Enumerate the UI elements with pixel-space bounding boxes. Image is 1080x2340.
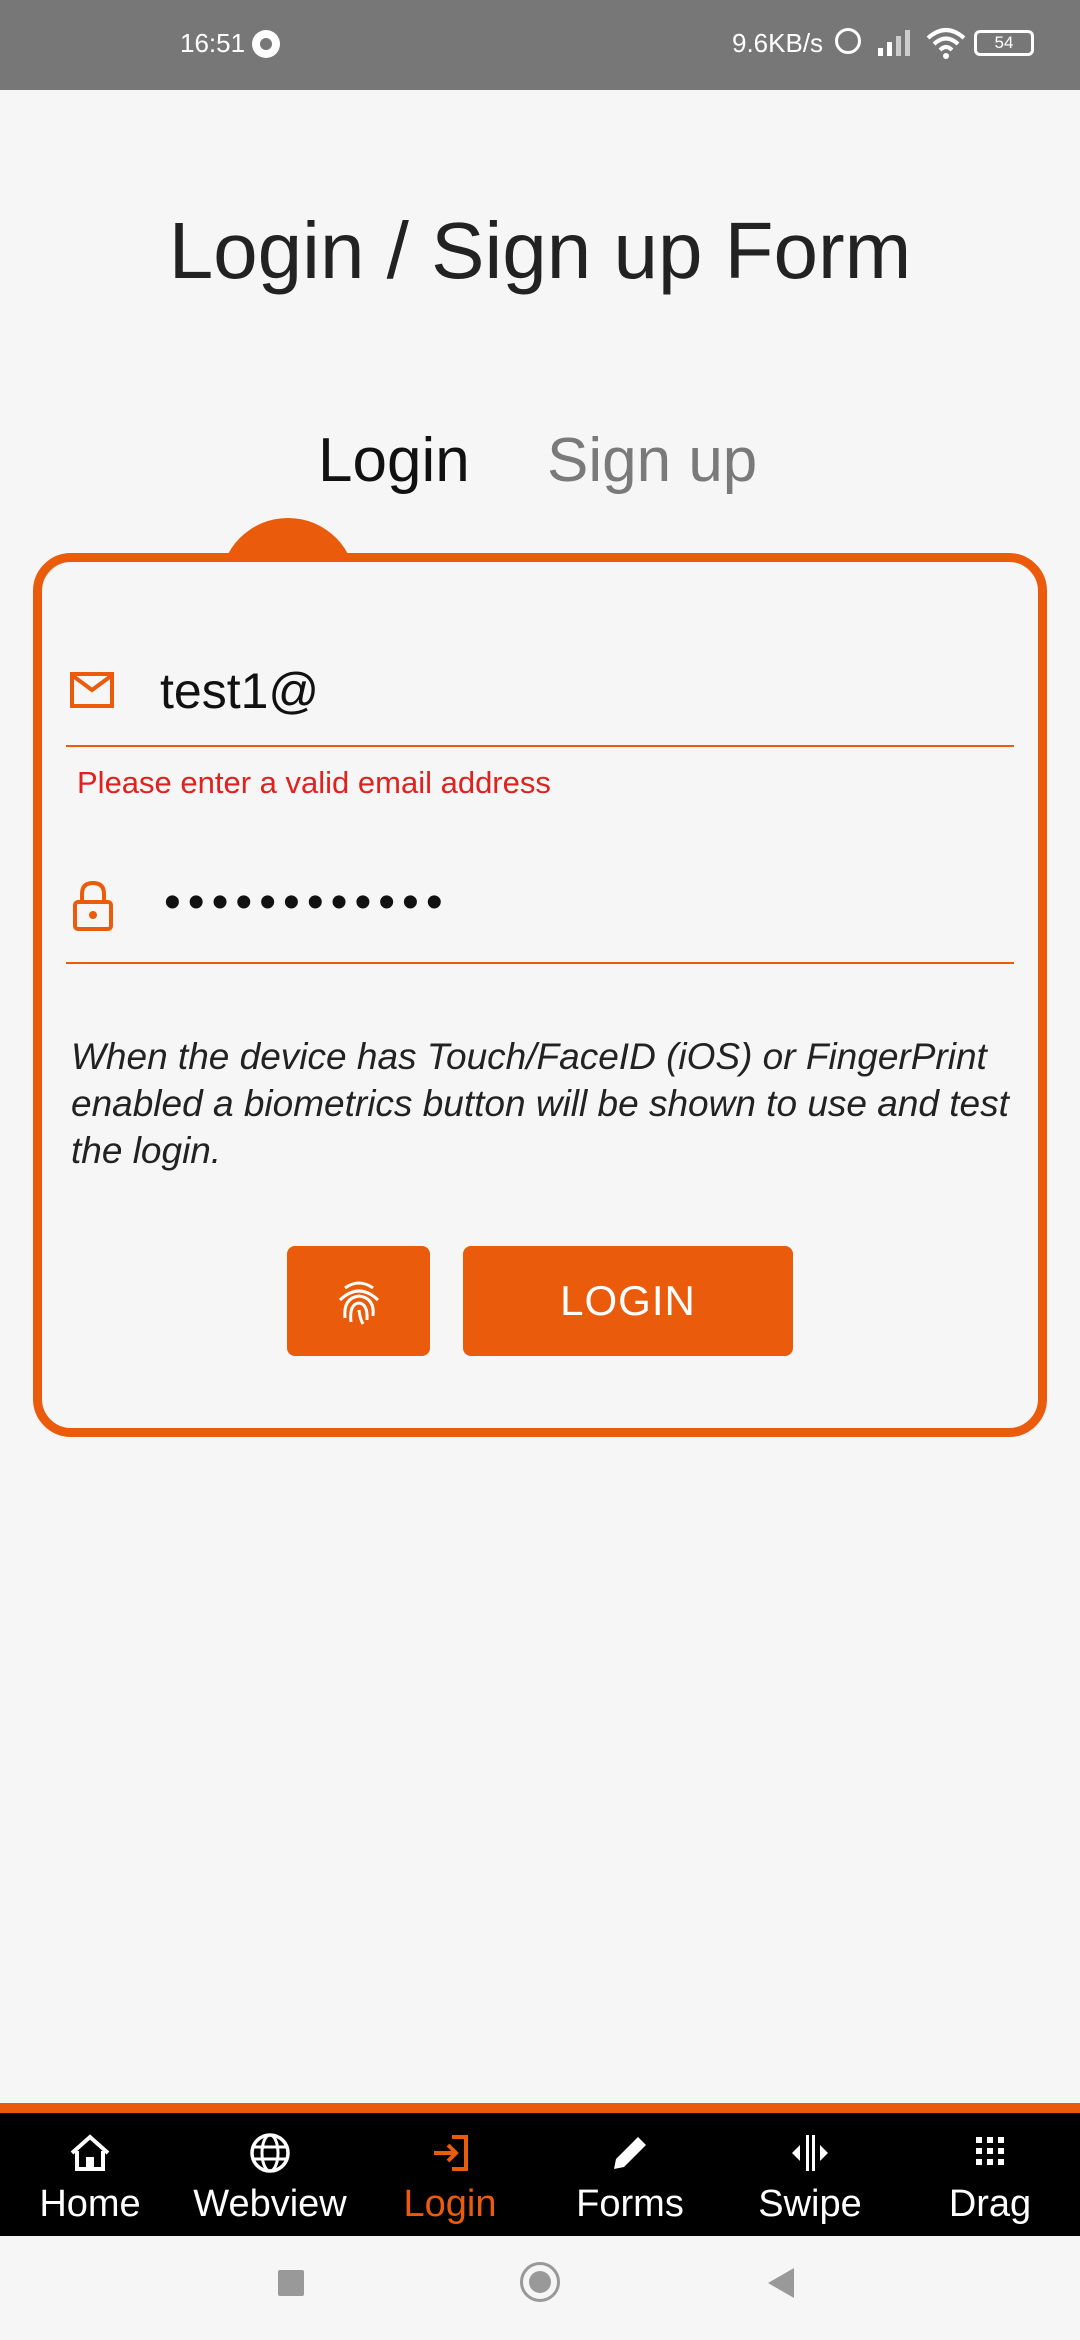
network-speed: 9.6KB/s xyxy=(732,28,824,58)
page-title: Login / Sign up Form xyxy=(168,206,912,295)
system-nav-bar xyxy=(0,2236,1080,2340)
tab-login[interactable]: Login xyxy=(318,425,470,496)
mail-icon xyxy=(70,672,114,708)
nav-label: Login xyxy=(403,2183,497,2225)
biometrics-hint: When the device has Touch/FaceID (iOS) o… xyxy=(71,1036,1009,1171)
nav-drag[interactable]: Drag xyxy=(900,2113,1080,2236)
nav-login[interactable]: Login xyxy=(360,2113,540,2236)
email-underline xyxy=(66,745,1014,747)
pencil-icon xyxy=(614,2137,646,2169)
wifi-icon xyxy=(926,28,966,59)
nav-label: Webview xyxy=(193,2183,347,2225)
nav-label: Drag xyxy=(948,2183,1032,2225)
back-icon[interactable] xyxy=(768,2268,794,2298)
email-error-message: Please enter a valid email address xyxy=(77,765,551,800)
nav-home[interactable]: Home xyxy=(0,2113,180,2236)
nav-webview[interactable]: Webview xyxy=(180,2113,360,2236)
sync-icon xyxy=(252,30,280,58)
signal-icon xyxy=(878,30,910,56)
nav-label: Forms xyxy=(576,2183,684,2225)
tab-signup[interactable]: Sign up xyxy=(547,425,757,496)
nav-swipe[interactable]: Swipe xyxy=(720,2113,900,2236)
lock-icon xyxy=(73,880,113,931)
status-bar: 16:51 9.6KB/s 54 xyxy=(0,0,1080,90)
swipe-icon xyxy=(792,2135,828,2171)
fingerprint-icon xyxy=(338,1281,380,1325)
nav-label: Home xyxy=(39,2183,141,2225)
home-button-icon[interactable] xyxy=(520,2262,560,2302)
recent-apps-icon[interactable] xyxy=(278,2270,304,2296)
globe-icon xyxy=(250,2133,290,2173)
bottom-nav: Home Webview Login Forms Swipe Drag xyxy=(0,2103,1080,2236)
home-icon xyxy=(70,2134,110,2171)
login-icon xyxy=(434,2135,468,2171)
alarm-icon xyxy=(835,28,861,54)
nav-label: Swipe xyxy=(758,2183,862,2225)
password-input[interactable]: •••••••••••• xyxy=(164,875,450,930)
email-input[interactable]: test1@ xyxy=(160,662,319,720)
nav-forms[interactable]: Forms xyxy=(540,2113,720,2236)
status-time: 16:51 xyxy=(180,28,246,58)
biometrics-button[interactable] xyxy=(287,1246,430,1356)
password-underline xyxy=(66,962,1014,964)
battery-icon: 54 xyxy=(974,30,1034,56)
login-button[interactable]: LOGIN xyxy=(463,1246,793,1356)
grid-icon xyxy=(976,2137,1004,2165)
